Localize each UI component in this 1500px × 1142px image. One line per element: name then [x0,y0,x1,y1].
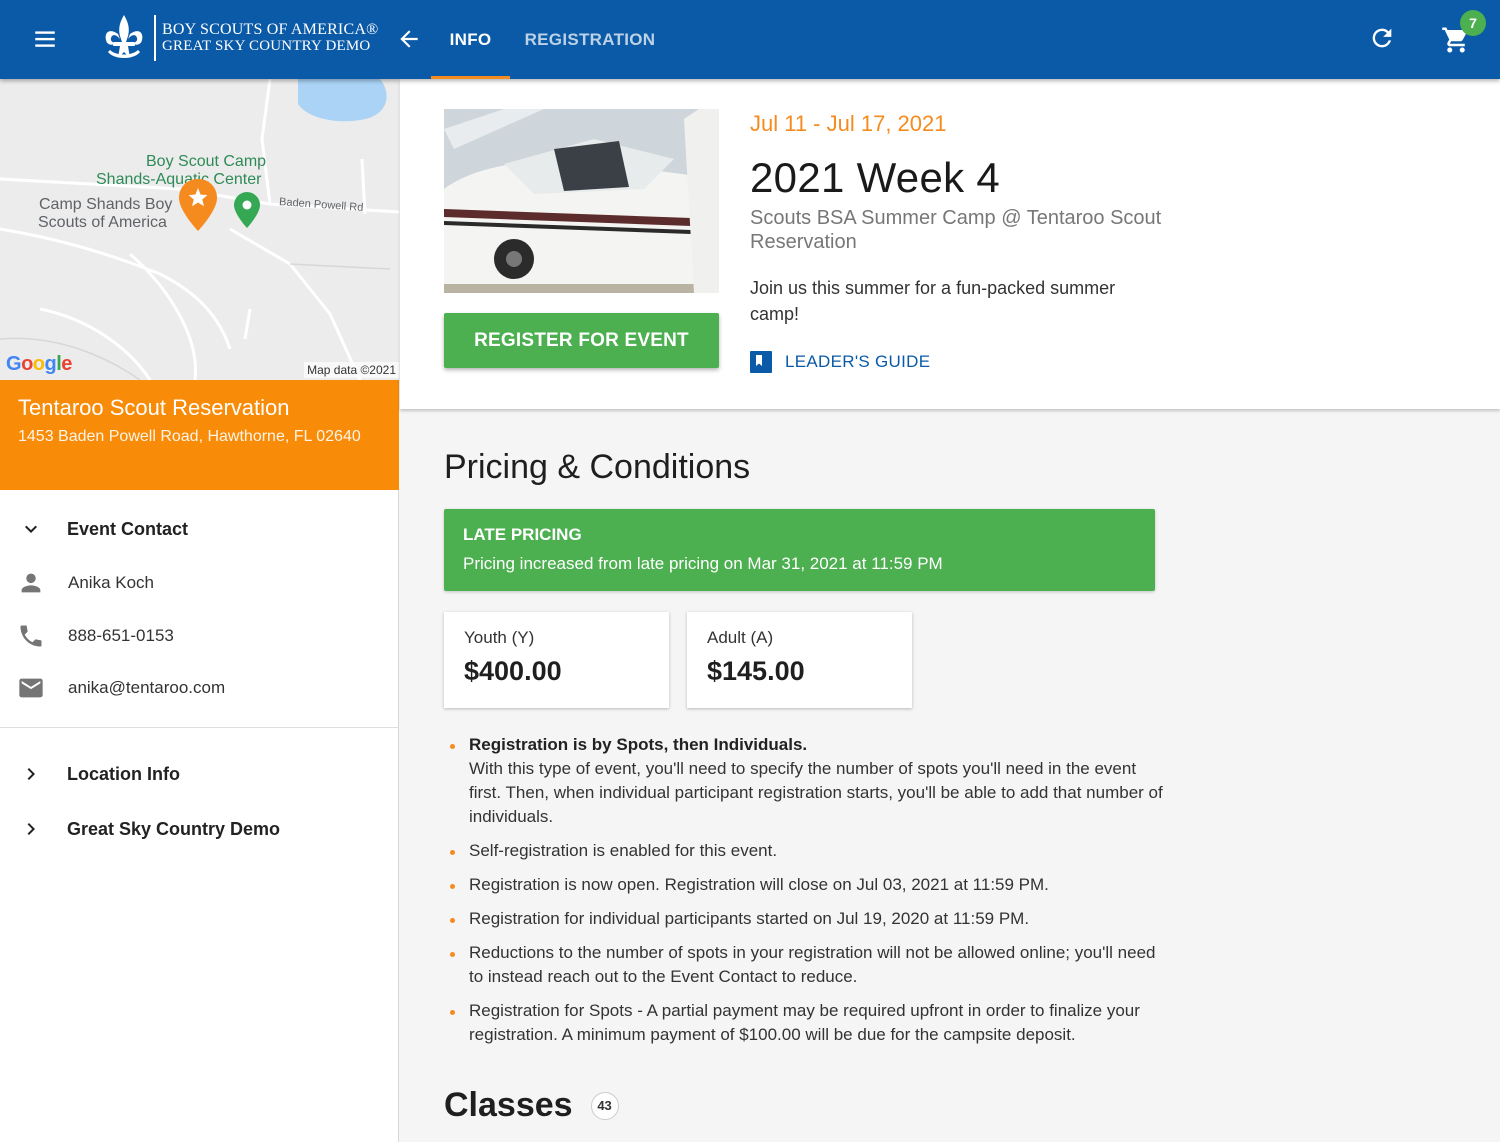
list-item: Self-registration is enabled for this ev… [444,839,1164,863]
event-summary-card: REGISTER FOR EVENT Jul 11 - Jul 17, 2021… [400,79,1500,409]
event-title: 2021 Week 4 [750,154,1001,201]
cart-count-badge: 7 [1460,10,1486,36]
late-pricing-text: Pricing increased from late pricing on M… [463,554,943,573]
person-icon [21,573,41,593]
list-item: Registration for Spots - A partial payme… [444,999,1164,1047]
condition-heading: Registration is by Spots, then Individua… [469,735,808,754]
youth-price-card: Youth (Y) $400.00 [444,612,669,708]
classes-count-badge: 43 [590,1091,619,1120]
list-item: Registration for individual participants… [444,907,1164,931]
location-info-section-toggle[interactable]: Location Info [0,748,399,800]
email-icon [19,678,43,698]
logo-line-1: BOY SCOUTS OF AMERICA® [162,21,379,38]
condition-text: Registration for Spots - A partial payme… [469,1001,1140,1044]
map-label-place-line1: Camp Shands Boy [39,196,173,213]
council-section-toggle[interactable]: Great Sky Country Demo [0,803,399,855]
venue-name: Tentaroo Scout Reservation [18,395,290,420]
list-item: Registration is by Spots, then Individua… [444,733,1164,829]
map-credit: Map data ©2021 [304,362,399,378]
register-for-event-button[interactable]: REGISTER FOR EVENT [444,313,719,368]
map-label-place-line2: Scouts of America [38,214,167,231]
late-pricing-title: LATE PRICING [463,525,582,544]
chevron-right-icon [27,823,35,835]
back-arrow-icon[interactable] [390,20,428,58]
council-logo[interactable]: BOY SCOUTS OF AMERICA® GREAT SKY COUNTRY… [100,12,378,64]
late-pricing-banner: LATE PRICING Pricing increased from late… [444,509,1155,591]
leaders-guide-label[interactable]: LEADER'S GUIDE [785,352,930,372]
event-description: Join us this summer for a fun-packed sum… [750,278,1116,324]
book-icon [750,351,772,373]
price-label: Youth (Y) [464,628,535,647]
left-sidebar: Boy Scout Camp Shands-Aquatic Center Cam… [0,79,399,1142]
event-contact-section-toggle[interactable]: Event Contact [0,503,399,555]
condition-text: With this type of event, you'll need to … [469,759,1163,826]
leaders-guide-link[interactable]: LEADER'S GUIDE [750,351,930,373]
classes-heading-row: Classes 43 [444,1086,619,1125]
condition-text: Registration is now open. Registration w… [469,875,1049,894]
poi-map-pin-icon[interactable] [233,191,261,229]
contact-phone-row[interactable]: 888-651-0153 [0,610,399,662]
condition-text: Registration for individual participants… [469,909,1030,928]
location-info-title: Location Info [67,763,180,784]
tab-registration[interactable]: REGISTRATION [516,0,664,79]
contact-email-row[interactable]: anika@tentaroo.com [0,662,399,714]
chevron-right-icon [27,768,35,780]
registration-conditions-list: Registration is by Spots, then Individua… [444,733,1164,1057]
price-amount: $145.00 [707,656,805,686]
contact-email[interactable]: anika@tentaroo.com [68,678,225,698]
google-logo: Google [6,353,72,375]
logo-divider [154,15,156,61]
chevron-down-icon [25,525,37,533]
adult-price-card: Adult (A) $145.00 [687,612,912,708]
logo-line-2: GREAT SKY COUNTRY DEMO [162,38,371,54]
location-map[interactable]: Boy Scout Camp Shands-Aquatic Center Cam… [0,79,399,380]
venue-map-pin-icon[interactable] [177,177,219,233]
list-item: Registration is now open. Registration w… [444,873,1164,897]
contact-name-row: Anika Koch [0,557,399,609]
venue-address: 1453 Baden Powell Road, Hawthorne, FL 02… [18,428,361,445]
condition-text: Self-registration is enabled for this ev… [469,841,778,860]
logo-text: BOY SCOUTS OF AMERICA® GREAT SKY COUNTRY… [162,21,378,55]
menu-icon[interactable] [22,22,68,56]
sidebar-divider [0,727,399,728]
council-title: Great Sky Country Demo [67,818,281,839]
venue-card: Tentaroo Scout Reservation 1453 Baden Po… [0,380,399,490]
classes-heading: Classes [444,1086,573,1124]
event-contact-title: Event Contact [67,518,189,539]
map-label-camp-line1: Boy Scout Camp [146,153,267,170]
event-dates: Jul 11 - Jul 17, 2021 [750,111,947,136]
event-subtitle: Scouts BSA Summer Camp @ Tentaroo Scout … [750,207,1162,253]
condition-text: Reductions to the number of spots in you… [469,943,1156,986]
list-item: Reductions to the number of spots in you… [444,941,1164,989]
price-amount: $400.00 [464,656,562,686]
event-photo [444,109,719,293]
contact-name: Anika Koch [68,573,154,592]
contact-phone[interactable]: 888-651-0153 [68,626,174,646]
tab-info[interactable]: INFO [431,0,510,79]
refresh-icon[interactable] [1362,18,1402,58]
top-app-bar: BOY SCOUTS OF AMERICA® GREAT SKY COUNTRY… [0,0,1500,79]
pricing-heading: Pricing & Conditions [444,448,751,486]
phone-icon [20,625,42,647]
price-label: Adult (A) [707,628,774,647]
fleur-de-lis-icon [105,15,143,58]
